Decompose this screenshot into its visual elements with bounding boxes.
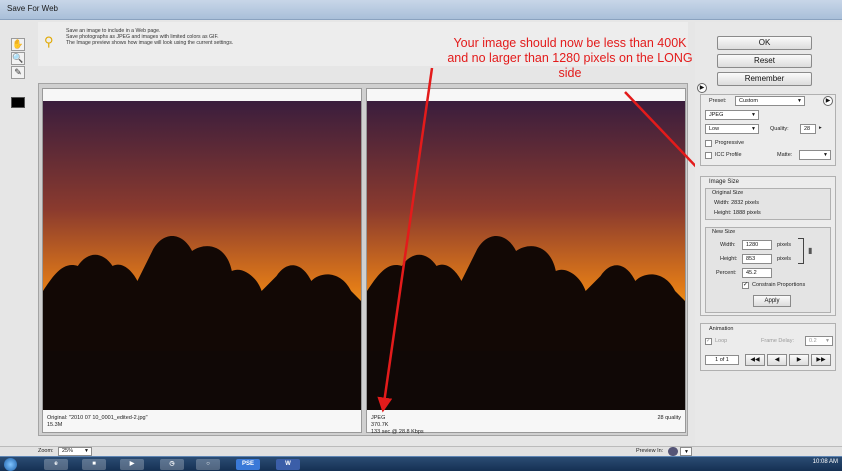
frame-delay-label: Frame Delay: <box>761 338 795 344</box>
compression-select[interactable]: Low <box>705 124 759 134</box>
original-filename: Original: "2010 07 10_0001_edited-2.jpg" <box>47 415 148 421</box>
hand-icon[interactable]: ✋ <box>11 38 25 51</box>
percent-label: Percent: <box>716 270 737 276</box>
zoom-label: Zoom: <box>38 448 54 454</box>
icc-profile-label: ICC Profile <box>715 152 742 158</box>
info-line-3: The Image preview shows how image will l… <box>66 40 234 47</box>
optimized-caption: JPEG 370.7K 133 sec @ 28.8 Kbps <box>371 415 424 436</box>
first-frame-icon[interactable]: ◀◀ <box>745 354 765 366</box>
width-label: Width: <box>720 242 736 248</box>
chain-link-icon: ▮ <box>808 246 813 255</box>
matte-select[interactable] <box>799 150 831 160</box>
window-title: Save For Web <box>7 4 58 13</box>
apply-button[interactable]: Apply <box>753 295 791 307</box>
constrain-bracket <box>798 238 804 264</box>
last-frame-icon[interactable]: ▶▶ <box>811 354 831 366</box>
new-size-title: New Size <box>712 229 736 235</box>
preset-label: Preset: <box>709 98 727 104</box>
progressive-checkbox[interactable] <box>705 140 712 147</box>
frame-counter: 1 of 1 <box>705 355 739 365</box>
paint-icon[interactable]: ○ <box>196 459 220 470</box>
animation-panel: Animation ✓ Loop Frame Delay: 0.2 1 of 1… <box>700 323 836 371</box>
original-image <box>43 101 361 410</box>
progressive-label: Progressive <box>715 140 745 146</box>
preview-area: Original: "2010 07 10_0001_edited-2.jpg"… <box>38 83 688 436</box>
optimized-preview-pane[interactable]: JPEG 370.7K 133 sec @ 28.8 Kbps 28 quali… <box>366 88 686 436</box>
original-preview-pane[interactable]: Original: "2010 07 10_0001_edited-2.jpg"… <box>42 88 362 433</box>
tool-palette: ✋ 🔍 ✎ <box>11 38 31 109</box>
lightbulb-icon: ⚲ <box>44 34 54 49</box>
ok-button[interactable]: OK <box>717 36 812 50</box>
width-unit: pixels <box>777 242 792 248</box>
start-button-icon[interactable] <box>4 458 17 471</box>
original-filesize: 15.3M <box>47 422 63 428</box>
constrain-proportions-label: Constrain Proportions <box>752 282 806 288</box>
internet-explorer-icon[interactable]: e <box>44 459 68 470</box>
zoom-select[interactable]: 25% <box>58 447 92 456</box>
media-player-icon[interactable]: ▶ <box>120 459 144 470</box>
title-bar: Save For Web <box>0 0 842 20</box>
optimized-image <box>367 101 685 410</box>
eyedropper-color-swatch[interactable] <box>11 97 25 108</box>
system-clock: 10:08 AM <box>812 459 838 465</box>
optimized-format: JPEG <box>371 415 386 421</box>
zoom-icon[interactable]: 🔍 <box>11 52 25 65</box>
original-height: Height: 1888 pixels <box>714 210 761 216</box>
frame-delay-select[interactable]: 0.2 <box>805 336 833 346</box>
original-size-group: Original Size Width: 2832 pixels Height:… <box>705 188 831 220</box>
height-input[interactable]: 853 <box>742 254 772 264</box>
optimized-filesize: 370.7K <box>371 422 389 428</box>
image-size-title: Image Size <box>709 179 740 185</box>
annotation-text: Your image should now be less than 400K … <box>447 36 693 80</box>
reset-button[interactable]: Reset <box>717 54 812 68</box>
image-size-panel: Image Size Original Size Width: 2832 pix… <box>700 176 836 316</box>
constrain-proportions-checkbox[interactable]: ✓ <box>742 282 749 289</box>
settings-panel: OK Reset Remember ▶ Preset: Custom ▶ JPE… <box>695 22 842 446</box>
info-text: Save an image to include in a Web page. … <box>66 28 366 47</box>
loop-checkbox[interactable]: ✓ <box>705 338 712 345</box>
remember-button[interactable]: Remember <box>717 72 812 86</box>
optimization-settings: Preset: Custom ▶ JPEG Low Quality: 28 ▸ … <box>700 94 836 166</box>
browser-select[interactable] <box>680 447 692 456</box>
format-select[interactable]: JPEG <box>705 110 759 120</box>
expand-arrow-icon[interactable]: ▶ <box>697 83 707 93</box>
quality-input[interactable]: 28 <box>800 124 816 134</box>
preview-in-label: Preview In: <box>636 448 664 454</box>
optimized-download-time: 133 sec @ 28.8 Kbps <box>371 429 424 435</box>
preset-menu-icon[interactable]: ▶ <box>823 96 833 106</box>
matte-label: Matte: <box>777 152 793 158</box>
original-caption: Original: "2010 07 10_0001_edited-2.jpg"… <box>47 415 148 429</box>
eyedropper-icon[interactable]: ✎ <box>11 66 25 79</box>
height-unit: pixels <box>777 256 792 262</box>
folder-icon[interactable]: ■ <box>82 459 106 470</box>
photoshop-elements-icon[interactable]: PSE <box>236 459 260 470</box>
new-size-group: New Size Width: 1280 pixels Height: 853 … <box>705 227 831 313</box>
optimized-quality: 28 quality <box>657 415 681 421</box>
loop-label: Loop <box>715 338 728 344</box>
percent-input[interactable]: 45.2 <box>742 268 772 278</box>
bottom-bar: Zoom: 25% Preview In: <box>0 446 842 456</box>
word-icon[interactable]: W <box>276 459 300 470</box>
original-width: Width: 2832 pixels <box>714 200 759 206</box>
clock-app-icon[interactable]: ◷ <box>160 459 184 470</box>
height-label: Height: <box>720 256 738 262</box>
quality-label: Quality: <box>770 126 789 132</box>
preset-select[interactable]: Custom <box>735 96 805 106</box>
icc-profile-checkbox[interactable] <box>705 152 712 159</box>
original-size-title: Original Size <box>712 190 744 196</box>
browser-icon[interactable] <box>668 447 678 456</box>
animation-title: Animation <box>709 326 734 332</box>
width-input[interactable]: 1280 <box>742 240 772 250</box>
taskbar: e ■ ▶ ◷ ○ PSE W 10:08 AM <box>0 456 842 471</box>
quality-slider-icon[interactable]: ▸ <box>819 125 822 131</box>
next-frame-icon[interactable]: ▶ <box>789 354 809 366</box>
previous-frame-icon[interactable]: ◀ <box>767 354 787 366</box>
